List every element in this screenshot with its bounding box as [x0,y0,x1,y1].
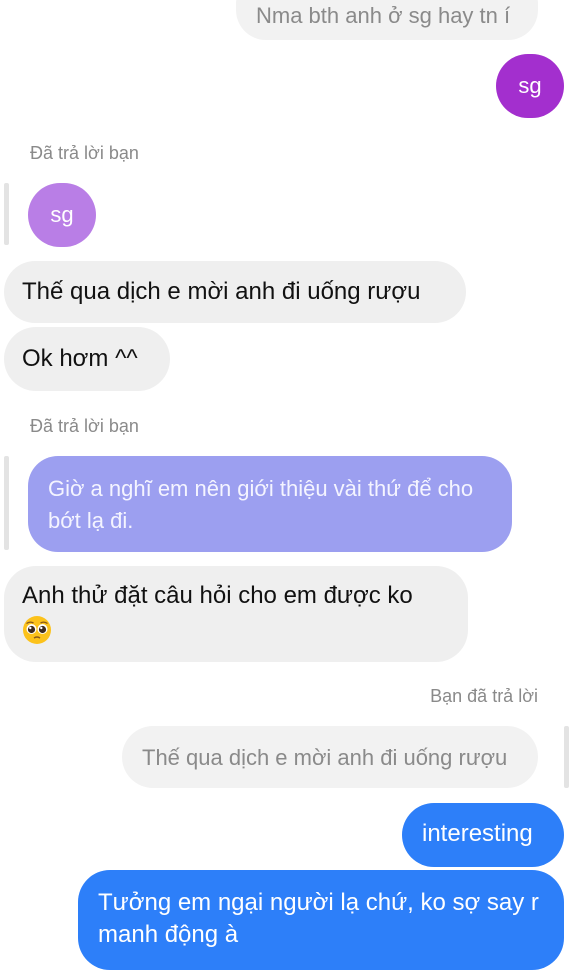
sent-message[interactable]: interesting [402,803,564,867]
reply-quote-bar [564,726,569,788]
pleading-face-emoji-icon [22,615,52,645]
quoted-message-top[interactable]: Nma bth anh ở sg hay tn í [236,0,538,40]
sent-message-sg[interactable]: sg [496,54,564,118]
quoted-message-violet-text: Giờ a nghĩ em nên giới thiệu vài thứ để … [48,476,474,533]
received-message[interactable]: Thế qua dịch e mời anh đi uống rượu [4,261,466,323]
received-message[interactable]: Anh thử đặt câu hỏi cho em được ko [4,566,468,662]
sent-message[interactable]: Tưởng em ngại người lạ chứ, ko sợ say r … [78,870,564,970]
quoted-message[interactable]: Thế qua dịch e mời anh đi uống rượu [122,726,538,788]
reply-label: Đã trả lời bạn [30,416,139,436]
reply-label: Bạn đã trả lời [430,686,538,706]
sent-message-sg-text: sg [518,73,542,98]
sent-message-text: interesting [422,820,533,847]
received-message-text: Anh thử đặt câu hỏi cho em được ko [22,582,413,609]
received-message-text: Thế qua dịch e mời anh đi uống rượu [22,278,421,305]
quoted-message-top-text: Nma bth anh ở sg hay tn í [256,3,511,28]
reply-quote-bar [4,183,9,245]
quoted-message-sg[interactable]: sg [28,183,96,247]
quoted-message-sg-text: sg [50,202,74,227]
quoted-message-violet[interactable]: Giờ a nghĩ em nên giới thiệu vài thứ để … [28,456,512,552]
reply-label: Đã trả lời bạn [30,143,139,163]
sent-message-text: Tưởng em ngại người lạ chứ, ko sợ say r … [98,889,539,948]
received-message-text: Ok hơm ^^ [22,345,138,372]
received-message[interactable]: Ok hơm ^^ [4,327,170,391]
quoted-message-text: Thế qua dịch e mời anh đi uống rượu [142,745,508,770]
reply-quote-bar [4,456,9,550]
